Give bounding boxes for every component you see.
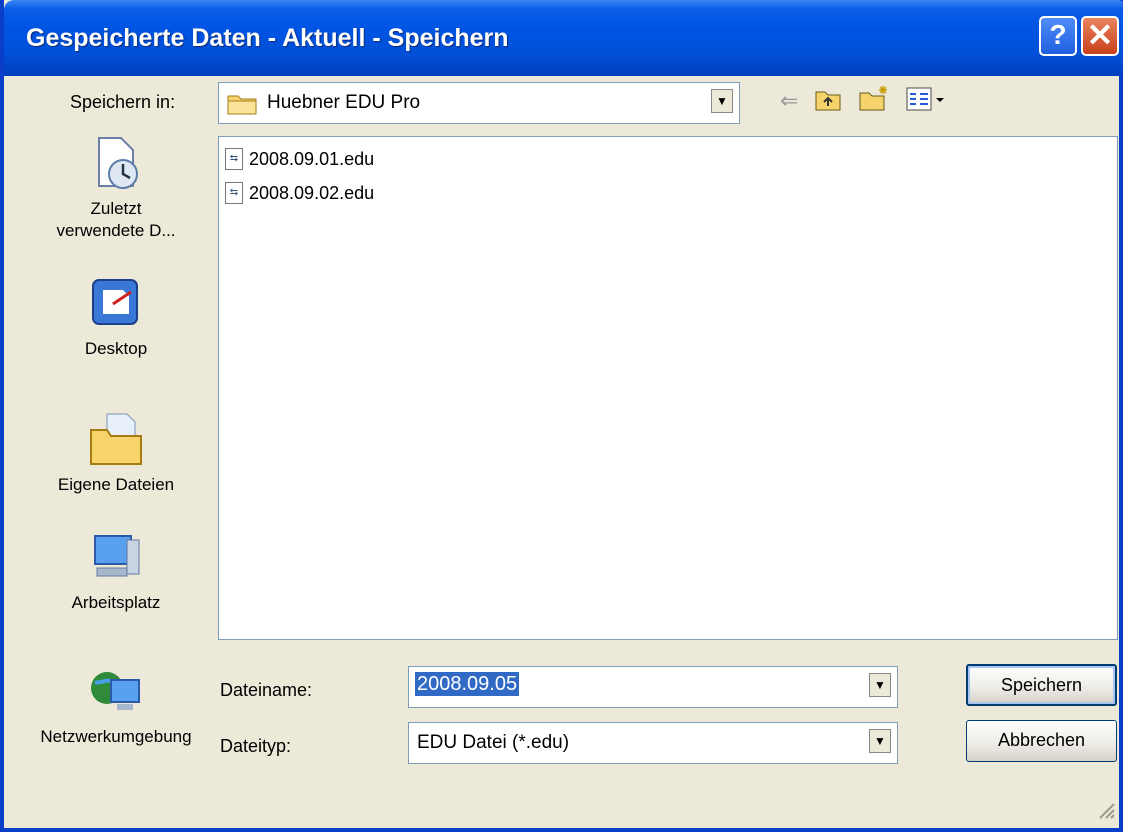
help-button[interactable]: ? (1039, 16, 1077, 56)
place-network[interactable]: Netzwerkumgebung (26, 662, 206, 748)
file-icon: ⇆ (225, 148, 243, 170)
place-my-computer[interactable]: Arbeitsplatz (26, 528, 206, 614)
close-button[interactable]: ✕ (1081, 16, 1119, 56)
places-bar: Zuletzt verwendete D... Desktop Eigene D… (26, 132, 206, 812)
save-dialog: Gespeicherte Daten - Aktuell - Speichern… (0, 0, 1123, 832)
window-title: Gespeicherte Daten - Aktuell - Speichern (26, 24, 509, 52)
title-bar[interactable]: Gespeicherte Daten - Aktuell - Speichern… (4, 0, 1123, 76)
filetype-label: Dateityp: (220, 736, 292, 756)
file-name: 2008.09.01.edu (249, 148, 375, 169)
chevron-down-icon[interactable]: ▼ (869, 729, 891, 753)
place-label: Netzwerkumgebung (40, 727, 192, 746)
place-my-documents[interactable]: Eigene Dateien (26, 410, 206, 496)
folder-icon (227, 91, 257, 120)
cancel-button[interactable]: Abbrechen (966, 720, 1117, 762)
place-desktop[interactable]: Desktop (26, 274, 206, 360)
place-label: Desktop (84, 339, 148, 358)
up-folder-icon[interactable] (814, 86, 842, 118)
new-folder-icon[interactable] (858, 84, 890, 118)
filetype-select[interactable]: EDU Datei (*.edu) ▼ (408, 722, 898, 764)
save-button[interactable]: Speichern (966, 664, 1117, 706)
desktop-icon (87, 274, 145, 332)
file-icon: ⇆ (225, 182, 243, 204)
file-name: 2008.09.02.edu (249, 182, 375, 203)
file-list[interactable]: ⇆ 2008.09.01.edu ⇆ 2008.09.02.edu (218, 136, 1118, 640)
save-in-label: Speichern in: (70, 92, 176, 112)
my-computer-icon (87, 528, 145, 586)
recent-documents-icon (87, 134, 145, 192)
place-label: Zuletzt verwendete D... (56, 199, 176, 240)
filetype-value: EDU Datei (*.edu) (417, 732, 570, 753)
chevron-down-icon[interactable]: ▼ (869, 673, 891, 697)
filename-value: 2008.09.05 (415, 672, 520, 696)
chevron-down-icon[interactable]: ▼ (711, 89, 733, 113)
place-recent[interactable]: Zuletzt verwendete D... (26, 134, 206, 242)
place-label: Eigene Dateien (57, 475, 175, 494)
view-menu-icon[interactable] (906, 86, 946, 118)
save-in-combo[interactable]: Huebner EDU Pro ▼ (218, 82, 740, 124)
filename-input[interactable]: 2008.09.05 ▼ (408, 666, 898, 708)
back-arrow-icon[interactable]: ⇐ (780, 88, 798, 114)
place-label: Arbeitsplatz (71, 593, 161, 612)
resize-grip-icon[interactable] (1097, 801, 1115, 824)
filename-label: Dateiname: (220, 680, 313, 700)
my-documents-icon (87, 410, 145, 468)
current-folder-label: Huebner EDU Pro (267, 92, 421, 113)
list-item[interactable]: ⇆ 2008.09.02.edu (225, 181, 374, 205)
list-item[interactable]: ⇆ 2008.09.01.edu (225, 147, 374, 171)
network-places-icon (87, 662, 145, 720)
